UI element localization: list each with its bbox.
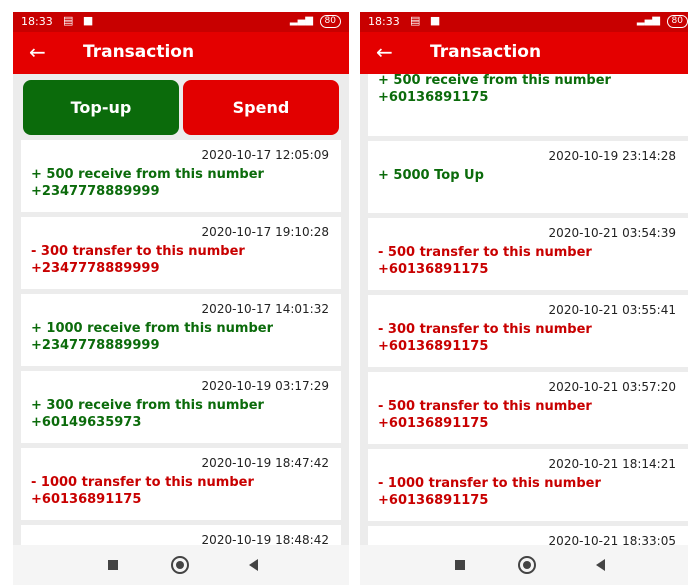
transaction-description: - 1000 transfer to this number +601368911… — [31, 474, 254, 508]
transaction-number: +2347778889999 — [31, 338, 160, 353]
transaction-date: 2020-10-21 03:55:41 — [548, 303, 676, 317]
transaction-item[interactable]: 2020-10-17 19:10:28 - 300 transfer to thi… — [21, 217, 341, 289]
transaction-summary: + 500 receive from this number — [378, 74, 611, 88]
transaction-number: +60136891175 — [378, 493, 489, 508]
transaction-content[interactable]: + 500 receive from this number +601368911… — [360, 74, 688, 557]
topup-button[interactable]: Top-up — [23, 80, 179, 135]
transaction-description: + 300 receive from this number +601496359… — [31, 397, 264, 431]
back-arrow-icon[interactable]: ← — [29, 40, 46, 64]
transaction-item[interactable]: 2020-10-19 23:14:28 + 5000 Top Up — [368, 141, 688, 213]
transaction-date: 2020-10-19 03:17:29 — [201, 379, 329, 393]
transaction-summary: + 1000 receive from this number — [31, 321, 273, 336]
transaction-number: +60136891175 — [378, 90, 489, 105]
transaction-item[interactable]: 2020-10-21 03:57:20 - 500 transfer to thi… — [368, 372, 688, 444]
status-bar: 18:33 ▤ ■ ▂▄▆ 80 — [13, 12, 349, 32]
transaction-item[interactable]: 2020-10-19 18:47:42 - 1000 transfer to th… — [21, 448, 341, 520]
phone-screen-left: 18:33 ▤ ■ ▂▄▆ 80 ← Transaction Top-up Sp… — [13, 12, 349, 585]
transaction-number: +60149635973 — [31, 415, 142, 430]
transaction-number: +60136891175 — [378, 262, 489, 277]
transaction-description: + 500 receive from this number +601368911… — [378, 74, 611, 106]
transaction-item[interactable]: 2020-10-21 03:54:39 - 500 transfer to thi… — [368, 218, 688, 290]
battery-icon: 80 — [666, 15, 688, 28]
transaction-description: + 5000 Top Up — [378, 167, 484, 184]
signal-icon: ▂▄▆ — [289, 15, 313, 26]
home-icon[interactable] — [171, 556, 189, 574]
transaction-description: + 500 receive from this number +234777888… — [31, 166, 264, 200]
system-navbar — [360, 545, 688, 585]
transaction-date: 2020-10-17 19:10:28 — [201, 225, 329, 239]
transaction-date: 2020-10-17 12:05:09 — [201, 148, 329, 162]
transaction-summary: + 5000 Top Up — [378, 168, 484, 183]
notification-icons: ▤ ■ — [63, 14, 97, 27]
transaction-summary: - 500 transfer to this number — [378, 399, 592, 414]
app-bar: ← Transaction — [13, 32, 349, 74]
status-time: 18:33 — [368, 15, 400, 28]
transaction-number: +2347778889999 — [31, 261, 160, 276]
transaction-list: + 500 receive from this number +601368911… — [360, 74, 688, 557]
page-title: Transaction — [83, 42, 195, 62]
transaction-item[interactable]: 2020-10-21 03:55:41 - 300 transfer to thi… — [368, 295, 688, 367]
transaction-summary: - 500 transfer to this number — [378, 245, 592, 260]
system-navbar — [13, 545, 349, 585]
transaction-date: 2020-10-21 18:14:21 — [548, 457, 676, 471]
transaction-summary: - 300 transfer to this number — [378, 322, 592, 337]
transaction-number: +60136891175 — [378, 416, 489, 431]
transaction-description: - 500 transfer to this number +6013689117… — [378, 398, 592, 432]
back-arrow-icon[interactable]: ← — [376, 40, 393, 64]
transaction-description: + 1000 receive from this number +23477788… — [31, 320, 273, 354]
transaction-description: - 300 transfer to this number +6013689117… — [378, 321, 592, 355]
back-icon[interactable] — [249, 559, 258, 571]
transaction-number: +2347778889999 — [31, 184, 160, 199]
transaction-description: - 300 transfer to this number +2347778889… — [31, 243, 245, 277]
spend-button[interactable]: Spend — [183, 80, 339, 135]
transaction-date: 2020-10-19 23:14:28 — [548, 149, 676, 163]
transaction-item[interactable]: 2020-10-17 12:05:09 + 500 receive from th… — [21, 140, 341, 212]
home-icon[interactable] — [518, 556, 536, 574]
recent-apps-icon[interactable] — [108, 560, 118, 570]
phone-screen-right: 18:33 ▤ ■ ▂▄▆ 80 ← Transaction + 500 rec… — [360, 12, 688, 585]
transaction-description: - 500 transfer to this number +6013689117… — [378, 244, 592, 278]
status-time: 18:33 — [21, 15, 53, 28]
transaction-date: 2020-10-21 03:57:20 — [548, 380, 676, 394]
app-bar: ← Transaction — [360, 32, 688, 74]
signal-icon: ▂▄▆ — [636, 15, 660, 26]
transaction-item[interactable]: 2020-10-19 03:17:29 + 300 receive from th… — [21, 371, 341, 443]
transaction-item[interactable]: 2020-10-21 18:14:21 - 1000 transfer to th… — [368, 449, 688, 521]
notification-icons: ▤ ■ — [410, 14, 444, 27]
back-icon[interactable] — [596, 559, 605, 571]
transaction-item[interactable]: 2020-10-17 14:01:32 + 1000 receive from t… — [21, 294, 341, 366]
page-title: Transaction — [430, 42, 542, 62]
transaction-content[interactable]: Top-up Spend 2020-10-17 12:05:09 + 500 re… — [13, 74, 349, 557]
transaction-date: 2020-10-19 18:47:42 — [201, 456, 329, 470]
transaction-number: +60136891175 — [378, 339, 489, 354]
transaction-summary: - 300 transfer to this number — [31, 244, 245, 259]
tab-bar: Top-up Spend — [13, 74, 349, 138]
transaction-summary: + 500 receive from this number — [31, 167, 264, 182]
transaction-date: 2020-10-17 14:01:32 — [201, 302, 329, 316]
transaction-summary: - 1000 transfer to this number — [378, 476, 601, 491]
battery-icon: 80 — [319, 15, 341, 28]
status-bar: 18:33 ▤ ■ ▂▄▆ 80 — [360, 12, 688, 32]
transaction-item[interactable]: + 500 receive from this number +601368911… — [368, 74, 688, 136]
transaction-summary: - 1000 transfer to this number — [31, 475, 254, 490]
transaction-date: 2020-10-21 03:54:39 — [548, 226, 676, 240]
recent-apps-icon[interactable] — [455, 560, 465, 570]
transaction-summary: + 300 receive from this number — [31, 398, 264, 413]
transaction-description: - 1000 transfer to this number +601368911… — [378, 475, 601, 509]
transaction-list: 2020-10-17 12:05:09 + 500 receive from th… — [13, 140, 349, 557]
transaction-number: +60136891175 — [31, 492, 142, 507]
